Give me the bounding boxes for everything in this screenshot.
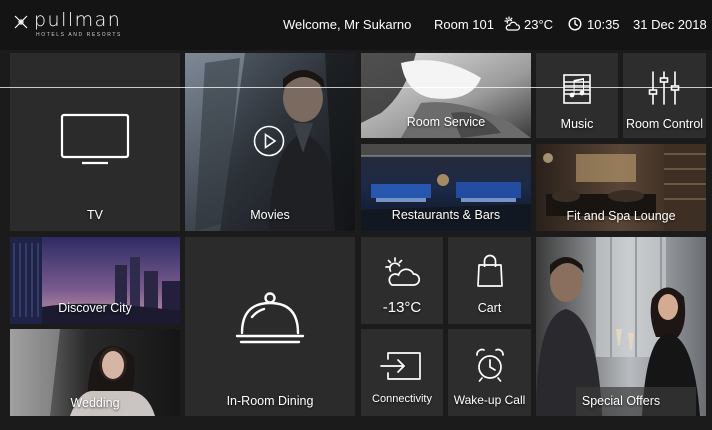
welcome-message: Welcome, Mr Sukarno bbox=[283, 17, 412, 32]
special-offers-photo bbox=[536, 237, 706, 416]
cloche-icon bbox=[235, 292, 305, 344]
spa-lounge-tile[interactable]: Fit and Spa Lounge bbox=[536, 144, 706, 231]
wake-up-call-label: Wake-up Call bbox=[453, 393, 526, 407]
tv-tile[interactable]: TV bbox=[10, 53, 180, 231]
spa-lounge-label: Fit and Spa Lounge bbox=[566, 209, 676, 223]
pullman-logo: pullman HOTELS AND RESORTS bbox=[12, 9, 132, 41]
discover-city-tile[interactable]: Discover City bbox=[10, 237, 180, 324]
shopping-bag-icon bbox=[477, 254, 503, 287]
sliders-icon bbox=[648, 71, 680, 105]
wedding-tile[interactable]: Wedding bbox=[10, 329, 180, 416]
special-offers-tile[interactable]: Special Offers bbox=[536, 237, 706, 416]
room-control-label: Room Control bbox=[625, 117, 704, 131]
music-sheet-icon bbox=[563, 74, 591, 104]
tv-label: TV bbox=[87, 208, 103, 222]
restaurants-bars-label: Restaurants & Bars bbox=[391, 208, 501, 222]
alarm-clock-icon bbox=[476, 348, 504, 382]
input-source-icon bbox=[380, 352, 421, 380]
wedding-label: Wedding bbox=[70, 396, 120, 410]
movies-tile[interactable]: Movies bbox=[185, 53, 355, 231]
top-bar: pullman HOTELS AND RESORTS Welcome, Mr S… bbox=[0, 0, 712, 50]
wake-up-call-tile[interactable]: Wake-up Call bbox=[448, 329, 531, 416]
tv-icon bbox=[60, 113, 130, 165]
cart-label: Cart bbox=[477, 301, 502, 315]
discover-city-label: Discover City bbox=[58, 301, 132, 315]
logo-mark-icon bbox=[14, 15, 28, 29]
logo-wordmark: pullman bbox=[34, 9, 122, 31]
current-date: 31 Dec 2018 bbox=[633, 17, 707, 32]
room-service-label: Room Service bbox=[406, 115, 486, 129]
connectivity-label: Connectivity bbox=[372, 393, 432, 405]
clock-time: 10:35 bbox=[587, 17, 620, 32]
restaurants-bars-tile[interactable]: Restaurants & Bars bbox=[361, 144, 531, 231]
play-icon[interactable] bbox=[253, 125, 285, 157]
music-label: Music bbox=[560, 117, 594, 131]
logo-subtext: HOTELS AND RESORTS bbox=[36, 32, 122, 38]
music-tile[interactable]: Music bbox=[536, 53, 618, 138]
partly-cloudy-icon bbox=[504, 16, 521, 31]
cart-tile[interactable]: Cart bbox=[448, 237, 531, 324]
room-service-tile[interactable]: Room Service bbox=[361, 53, 531, 138]
in-room-dining-label: In-Room Dining bbox=[226, 394, 314, 408]
movies-label: Movies bbox=[250, 208, 290, 222]
partly-cloudy-icon bbox=[385, 257, 421, 286]
temperature-readout: 23°C bbox=[524, 17, 554, 32]
room-control-tile[interactable]: Room Control bbox=[623, 53, 706, 138]
room-number: Room 101 bbox=[434, 17, 494, 32]
clock-icon bbox=[568, 17, 582, 31]
weather-tile[interactable]: -13°C bbox=[361, 237, 443, 324]
special-offers-label: Special Offers bbox=[581, 394, 661, 408]
outside-temperature: -13°C bbox=[382, 299, 422, 316]
connectivity-tile[interactable]: Connectivity bbox=[361, 329, 443, 416]
divider-line bbox=[0, 87, 712, 88]
in-room-dining-tile[interactable]: In-Room Dining bbox=[185, 237, 355, 416]
